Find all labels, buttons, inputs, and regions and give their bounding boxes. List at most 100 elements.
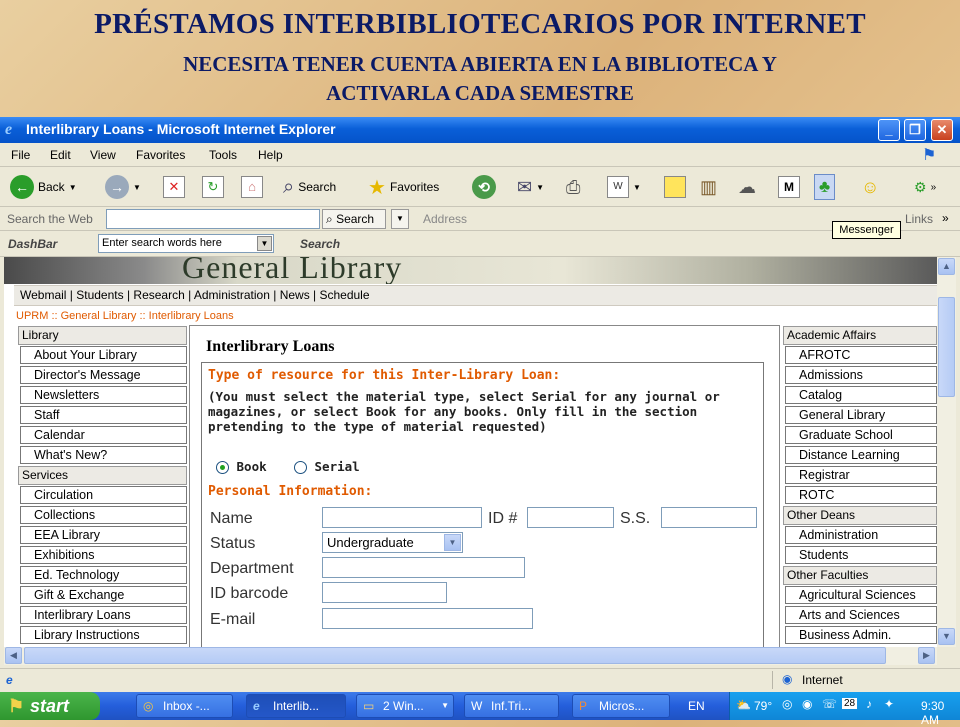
dashbar-search-button[interactable]: Search [300,237,340,251]
chevron-down-icon[interactable]: ▼ [444,534,461,551]
sidebar-item-registrar[interactable]: Registrar [785,466,937,484]
sidebar-item-afrotc[interactable]: AFROTC [785,346,937,364]
id-input[interactable] [527,507,614,528]
temperature[interactable]: 79° [754,699,772,713]
department-input[interactable] [322,557,525,578]
sidebar-item-newsletters[interactable]: Newsletters [20,386,187,404]
edit-button[interactable]: W ▼ [607,174,641,200]
back-button[interactable]: ← Back ▼ [10,174,77,200]
task-inbox[interactable]: ◎ Inbox -... [136,694,233,718]
radio-serial-option[interactable]: Serial [294,459,360,474]
scroll-left-icon[interactable]: ◀ [5,647,22,664]
sidebar-item-eea-library[interactable]: EEA Library [20,526,187,544]
research-button[interactable]: ▥ [700,174,717,200]
sidebar-item-circulation[interactable]: Circulation [20,486,187,504]
radio-book-option[interactable]: Book [216,459,267,474]
scroll-up-icon[interactable]: ▲ [938,258,955,275]
sidebar-item-interlibrary-loans[interactable]: Interlibrary Loans [20,606,187,624]
msn-button[interactable]: M [778,174,800,200]
email-input[interactable] [322,608,533,629]
home-button[interactable]: ⌂ [241,174,263,200]
radio-serial[interactable] [294,461,307,474]
tray-icon-4[interactable]: ♪ [866,697,872,711]
sidebar-item-collections[interactable]: Collections [20,506,187,524]
refresh-button[interactable]: ↻ [202,174,224,200]
menu-view[interactable]: View [90,148,116,162]
clock[interactable]: 9:30 AM [921,699,960,727]
maximize-button[interactable]: ❐ [904,119,926,141]
tray-icon-5[interactable]: ✦ [884,697,894,711]
sidebar-item-whats-new[interactable]: What's New? [20,446,187,464]
scroll-down-icon[interactable]: ▼ [938,628,955,645]
mail-button[interactable]: ✉ ▼ [517,174,544,200]
close-button[interactable]: ✕ [931,119,953,141]
web-search-input[interactable] [106,209,320,229]
title-bar[interactable]: e Interlibrary Loans - Microsoft Interne… [0,117,960,143]
menu-help[interactable]: Help [258,148,283,162]
stop-button[interactable]: ✕ [163,174,185,200]
favorites-button[interactable]: ★ Favorites [368,174,439,200]
sidebar-item-general-library[interactable]: General Library [785,406,937,424]
status-select[interactable]: Undergraduate ▼ [322,532,463,553]
task-inf-tri[interactable]: W Inf.Tri... [464,694,559,718]
sidebar-item-distance-learning[interactable]: Distance Learning [785,446,937,464]
tray-icon-1[interactable]: ◎ [782,697,792,711]
menu-file[interactable]: File [11,148,30,162]
sidebar-item-calendar[interactable]: Calendar [20,426,187,444]
vertical-scrollbar[interactable]: ▲ ▼ [937,257,956,647]
name-input[interactable] [322,507,482,528]
minimize-button[interactable]: _ [878,119,900,141]
menu-edit[interactable]: Edit [50,148,71,162]
calendar-icon[interactable]: 28 [842,698,858,709]
forward-button[interactable]: → ▼ [105,174,141,200]
sidebar-item-ed-technology[interactable]: Ed. Technology [20,566,187,584]
horizontal-scrollbar[interactable]: ◀ ▶ [4,647,937,665]
discuss-button[interactable] [664,174,686,200]
sidebar-item-rotc[interactable]: ROTC [785,486,937,504]
links-label[interactable]: Links [905,212,933,226]
sidebar-item-admissions[interactable]: Admissions [785,366,937,384]
sidebar-item-exhibitions[interactable]: Exhibitions [20,546,187,564]
sidebar-item-agricultural-sciences[interactable]: Agricultural Sciences [785,586,937,604]
search-button[interactable]: ⌕ Search [283,174,336,200]
radio-book[interactable] [216,461,229,474]
tray-icon-2[interactable]: ◉ [802,697,812,711]
sidebar-item-gift-exchange[interactable]: Gift & Exchange [20,586,187,604]
sidebar-item-about[interactable]: About Your Library [20,346,187,364]
breadcrumb[interactable]: UPRM :: General Library :: Interlibrary … [16,310,234,322]
dashbar-dropdown-icon[interactable]: ▼ [257,236,272,251]
search-dropdown-button[interactable]: ▼ [391,209,409,229]
print-button[interactable]: ⎙ [566,174,580,200]
sidebar-item-arts-sciences[interactable]: Arts and Sciences [785,606,937,624]
barcode-input[interactable] [322,582,447,603]
extra-tool-button[interactable]: ⚙» [914,174,936,200]
history-button[interactable]: ⟲ [472,174,496,200]
sidebar-item-administration[interactable]: Administration [785,526,937,544]
menu-favorites[interactable]: Favorites [136,148,185,162]
smiley-button[interactable]: ☺ [861,174,879,200]
sidebar-item-library-instructions[interactable]: Library Instructions [20,626,187,644]
site-nav[interactable]: Webmail | Students | Research | Administ… [14,285,937,306]
messenger-button[interactable]: ♣ [814,174,836,200]
sidebar-item-director[interactable]: Director's Message [20,366,187,384]
tray-icon-3[interactable]: ☏ [822,697,837,711]
ss-input[interactable] [661,507,757,528]
sidebar-item-students[interactable]: Students [785,546,937,564]
horizontal-scroll-thumb[interactable] [24,647,886,664]
task-interlib[interactable]: e Interlib... [246,694,346,718]
dashbar-search-input[interactable]: Enter search words here ▼ [98,234,274,253]
sidebar-item-catalog[interactable]: Catalog [785,386,937,404]
web-search-button[interactable]: ⌕ Search [322,209,386,229]
sidebar-item-business-admin[interactable]: Business Admin. [785,626,937,644]
sidebar-item-staff[interactable]: Staff [20,406,187,424]
task-windows[interactable]: ▭ 2 Win... ▼ [356,694,454,718]
menu-tools[interactable]: Tools [209,148,237,162]
links-more-icon[interactable]: » [942,211,949,225]
scroll-right-icon[interactable]: ▶ [918,647,935,664]
sidebar-item-graduate-school[interactable]: Graduate School [785,426,937,444]
language-indicator[interactable]: EN [688,699,705,713]
start-button[interactable]: ⚑ start [0,692,100,720]
chat-button[interactable]: ☁ [738,174,756,200]
vertical-scroll-thumb[interactable] [938,297,955,397]
task-micros[interactable]: P Micros... [572,694,670,718]
